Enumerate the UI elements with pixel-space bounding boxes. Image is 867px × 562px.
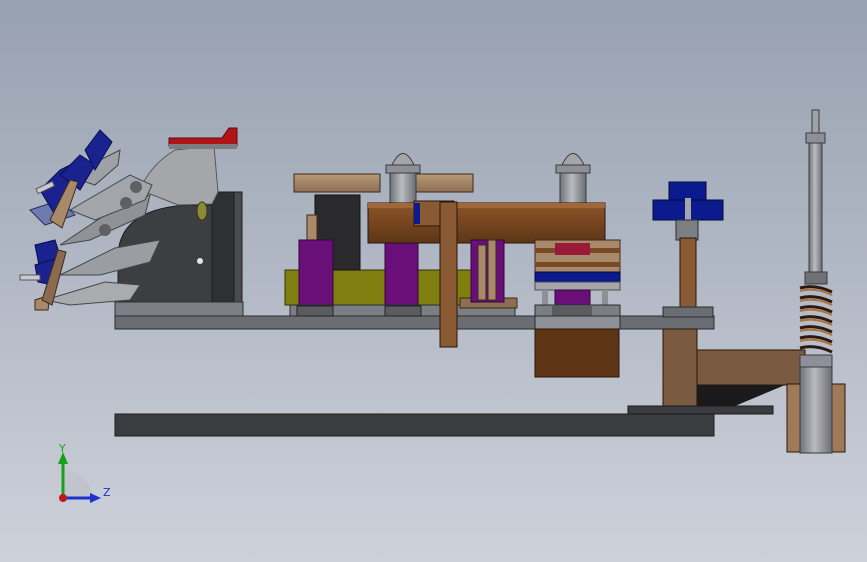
upper-base-plate[interactable] bbox=[114, 315, 715, 330]
lower-base-rail[interactable] bbox=[114, 413, 715, 437]
cad-model-view[interactable] bbox=[0, 0, 867, 562]
cad-viewport[interactable] bbox=[0, 0, 867, 562]
y-axis-label: Y bbox=[59, 442, 66, 455]
brown-crossbeam[interactable] bbox=[367, 200, 606, 244]
triad-origin bbox=[59, 494, 67, 502]
right-press-station[interactable] bbox=[534, 239, 621, 378]
z-axis-label: Z bbox=[103, 486, 111, 499]
